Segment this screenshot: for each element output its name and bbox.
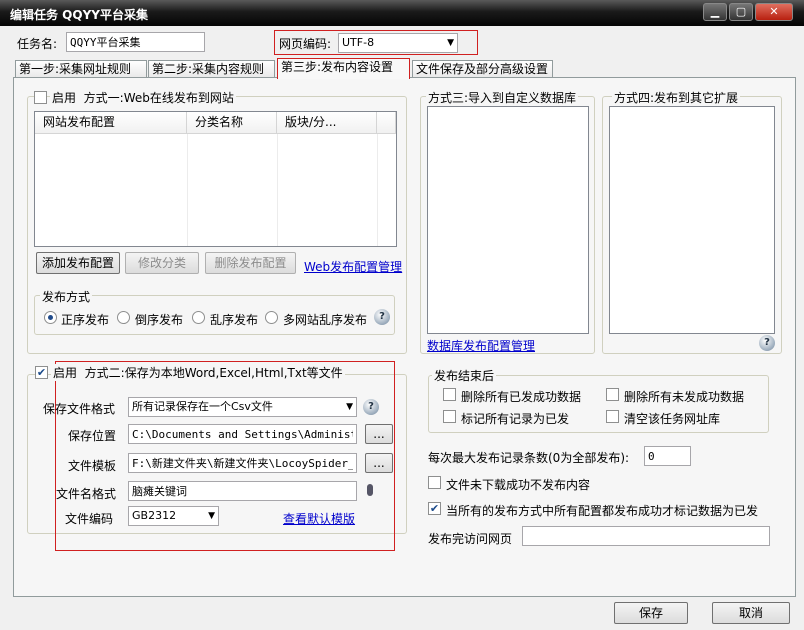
- file-encoding-value: GB2312: [132, 509, 177, 522]
- tab-step1[interactable]: 第一步:采集网址规则: [15, 60, 147, 78]
- radio-forward-order[interactable]: [44, 311, 57, 324]
- save-location-input[interactable]: [128, 424, 357, 444]
- tab-step1-label: 第一步:采集网址规则: [19, 62, 132, 76]
- edit-category-button[interactable]: 修改分类: [125, 252, 199, 274]
- help-icon[interactable]: ?: [363, 399, 379, 415]
- file-encoding-label: 文件编码: [65, 512, 114, 526]
- browse-template-button[interactable]: ...: [365, 453, 393, 473]
- radio-reverse-order[interactable]: [117, 311, 130, 324]
- clear-url-library-checkbox[interactable]: [606, 410, 619, 423]
- tab-file-save-label: 文件保存及部分高级设置: [416, 62, 549, 76]
- delete-publish-config-button[interactable]: 删除发布配置: [205, 252, 296, 274]
- mark-published-label: 当所有的发布方式中所有配置都发布成功才标记数据为已发: [446, 504, 759, 518]
- method1-title: 启用 方式一:Web在线发布到网站: [50, 89, 236, 106]
- database-publish-config-link[interactable]: 数据库发布配置管理: [427, 337, 535, 354]
- tab-file-save[interactable]: 文件保存及部分高级设置: [412, 60, 553, 78]
- skip-unsuccessful-checkbox[interactable]: [428, 476, 441, 489]
- method4-title: 方式四:发布到其它扩展: [612, 89, 741, 106]
- task-name-label: 任务名:: [17, 37, 58, 51]
- radio-multisite-random-label: 多网站乱序发布: [283, 313, 368, 327]
- tab-step3-label: 第三步:发布内容设置: [281, 60, 394, 74]
- column-divider: [377, 134, 378, 246]
- method2-title: 启用 方式二:保存为本地Word,Excel,Html,Txt等文件: [51, 364, 345, 381]
- publish-config-list[interactable]: 网站发布配置 分类名称 版块/分...: [34, 111, 397, 247]
- publish-mode-legend: 发布方式: [40, 288, 93, 305]
- method1-title-text: 方式一:Web在线发布到网站: [83, 91, 234, 105]
- column-header-category[interactable]: 分类名称: [187, 112, 277, 134]
- web-publish-config-link[interactable]: Web发布配置管理: [304, 258, 402, 275]
- task-name-input[interactable]: [66, 32, 205, 52]
- chevron-down-icon: ▼: [208, 511, 215, 521]
- radio-reverse-order-label: 倒序发布: [135, 313, 184, 327]
- radio-random-order[interactable]: [192, 311, 205, 324]
- edit-task-dialog: 编辑任务 QQYY平台采集 ▁ ▢ ✕ 任务名: 网页编码: UTF-8 ▼ 第…: [0, 0, 804, 630]
- mark-published-checkbox[interactable]: ✔: [428, 502, 441, 515]
- column-header-board[interactable]: 版块/分...: [277, 112, 377, 134]
- maximize-icon[interactable]: ▢: [729, 3, 753, 21]
- max-records-label: 每次最大发布记录条数(0为全部发布):: [428, 451, 630, 465]
- delete-unsuccessful-label: 删除所有未发成功数据: [624, 390, 745, 404]
- encoding-value: UTF-8: [342, 36, 375, 49]
- after-publish-legend: 发布结束后: [432, 367, 497, 384]
- filename-format-input[interactable]: [128, 481, 357, 501]
- delete-successful-label: 删除所有已发成功数据: [461, 390, 582, 404]
- tab-step2-label: 第二步:采集内容规则: [152, 62, 265, 76]
- chevron-down-icon: ▼: [346, 402, 353, 412]
- tab-step2[interactable]: 第二步:采集内容规则: [148, 60, 275, 78]
- radio-forward-order-label: 正序发布: [61, 313, 110, 327]
- max-records-input[interactable]: [644, 446, 691, 466]
- save-format-value: 所有记录保存在一个Csv文件: [132, 400, 273, 413]
- save-format-select[interactable]: 所有记录保存在一个Csv文件 ▼: [128, 397, 357, 417]
- file-encoding-select[interactable]: GB2312 ▼: [128, 506, 219, 526]
- encoding-select[interactable]: UTF-8 ▼: [338, 33, 458, 53]
- radio-multisite-random[interactable]: [265, 311, 278, 324]
- filename-format-label: 文件名格式: [56, 487, 117, 501]
- save-format-label: 保存文件格式: [43, 402, 116, 416]
- browse-location-button[interactable]: ...: [365, 424, 393, 444]
- method2-title-text: 方式二:保存为本地Word,Excel,Html,Txt等文件: [84, 366, 343, 380]
- file-template-label: 文件模板: [68, 459, 117, 473]
- minimize-icon[interactable]: ▁: [703, 3, 727, 21]
- help-icon[interactable]: ?: [759, 335, 775, 351]
- tab-step3[interactable]: 第三步:发布内容设置: [277, 58, 410, 79]
- method1-enable-checkbox[interactable]: [34, 91, 47, 104]
- method2-enable-checkbox[interactable]: ✔: [35, 366, 48, 379]
- column-divider: [187, 134, 188, 246]
- method1-enable-label: 启用: [52, 91, 77, 105]
- mark-all-published-label: 标记所有记录为已发: [461, 412, 570, 426]
- skip-unsuccessful-label: 文件未下载成功不发布内容: [446, 478, 591, 492]
- method4-list[interactable]: [609, 106, 775, 334]
- column-header-site-config[interactable]: 网站发布配置: [35, 112, 187, 134]
- help-icon[interactable]: ?: [374, 309, 390, 325]
- method2-enable-label: 启用: [53, 366, 78, 380]
- cancel-button[interactable]: 取消: [712, 602, 790, 624]
- chevron-down-icon: ▼: [447, 38, 454, 48]
- visit-url-label: 发布完访问网页: [428, 532, 513, 546]
- clear-url-library-label: 清空该任务网址库: [624, 412, 721, 426]
- close-icon[interactable]: ✕: [755, 3, 793, 21]
- radio-random-order-label: 乱序发布: [210, 313, 259, 327]
- column-header-filler: [377, 112, 396, 134]
- save-button[interactable]: 保存: [614, 602, 688, 624]
- mark-all-published-checkbox[interactable]: [443, 410, 456, 423]
- title-bar: 编辑任务 QQYY平台采集 ▁ ▢ ✕: [0, 0, 804, 26]
- method3-list[interactable]: [427, 106, 589, 334]
- method3-title: 方式三:导入到自定义数据库: [426, 89, 579, 106]
- add-publish-config-button[interactable]: 添加发布配置: [36, 252, 120, 274]
- encoding-label: 网页编码:: [279, 37, 332, 51]
- window-title: 编辑任务 QQYY平台采集: [10, 8, 148, 22]
- visit-url-input[interactable]: [522, 526, 770, 546]
- delete-successful-checkbox[interactable]: [443, 388, 456, 401]
- delete-unsuccessful-checkbox[interactable]: [606, 388, 619, 401]
- file-template-input[interactable]: [128, 453, 357, 473]
- view-default-template-link[interactable]: 查看默认模版: [283, 510, 355, 527]
- save-location-label: 保存位置: [68, 429, 117, 443]
- variable-tag-icon[interactable]: [367, 484, 373, 496]
- column-divider: [277, 134, 278, 246]
